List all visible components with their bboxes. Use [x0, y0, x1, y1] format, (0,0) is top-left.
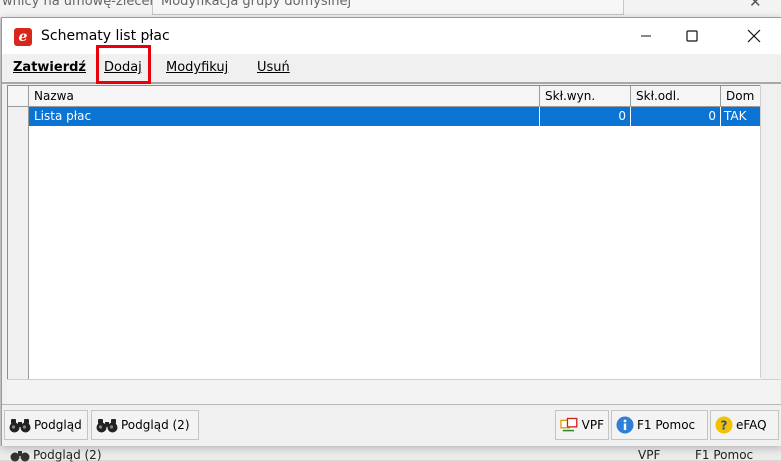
info-icon: [616, 416, 634, 434]
vpf-label: VPF: [581, 418, 604, 432]
table-row[interactable]: Lista płac 0 0 TAK: [8, 107, 761, 126]
column-header-skl-odl[interactable]: Skł.odl.: [631, 86, 721, 106]
cell-skl-wyn[interactable]: 0: [540, 107, 631, 126]
minimize-icon: [641, 35, 651, 37]
efaq-label: eFAQ: [736, 418, 767, 432]
column-header-skl-wyn[interactable]: Skł.wyn.: [540, 86, 631, 106]
question-icon: ?: [715, 416, 733, 434]
cell-nazwa[interactable]: Lista płac: [29, 107, 540, 126]
column-header-nazwa[interactable]: Nazwa: [29, 86, 540, 106]
background-close-icon: ✕: [749, 0, 762, 11]
close-button[interactable]: [731, 18, 777, 54]
minimize-button[interactable]: [623, 18, 669, 54]
binoculars-icon: [96, 419, 118, 433]
background-dialog: Modyfikacja grupy domyślnej ✕: [152, 0, 762, 15]
help-button[interactable]: F1 Pomoc: [611, 410, 708, 440]
vertical-scrollbar[interactable]: [760, 85, 781, 378]
vpf-button[interactable]: VPF: [555, 410, 609, 440]
background-dialog-title: Modyfikacja grupy domyślnej: [161, 0, 352, 9]
menu-usun[interactable]: Usuń: [257, 60, 290, 75]
schematy-list-plac-window: e Schematy list płac Zatwierdź Dodaj Mod…: [1, 17, 781, 446]
efaq-button[interactable]: ? eFAQ: [710, 410, 779, 440]
header-corner: [8, 86, 29, 106]
vpf-icon: [560, 417, 578, 432]
cell-dom[interactable]: TAK: [721, 107, 761, 126]
svg-text:?: ?: [721, 419, 728, 433]
status-bar: Podgląd Podgląd (2) VPF F1 Pomoc ? eFAQ: [2, 404, 781, 446]
column-header-dom[interactable]: Dom: [721, 86, 761, 106]
maximize-icon: [686, 30, 698, 42]
row-indicator-column: [8, 86, 29, 379]
preview-2-label: Podgląd (2): [121, 418, 190, 432]
preview-label: Podgląd: [34, 418, 82, 432]
maximize-button[interactable]: [669, 18, 715, 54]
close-icon: [747, 29, 761, 43]
row-indicator: [8, 107, 29, 126]
help-label: F1 Pomoc: [637, 418, 696, 432]
cell-skl-odl[interactable]: 0: [631, 107, 721, 126]
menu-modyfikuj[interactable]: Modyfikuj: [166, 60, 228, 75]
dodaj-highlight-box: [96, 45, 151, 84]
background-statusbar: [0, 446, 781, 460]
preview-button[interactable]: Podgląd: [4, 410, 88, 440]
preview-2-button[interactable]: Podgląd (2): [91, 410, 199, 440]
background-partial-text: wnicy na umowę-zlecen: [2, 0, 158, 9]
menu-zatwierdz[interactable]: Zatwierdź: [13, 60, 86, 75]
binoculars-icon: [9, 419, 31, 433]
schemes-table: Nazwa Skł.wyn. Skł.odl. Dom Lista płac 0…: [7, 85, 761, 380]
app-logo-icon: e: [14, 28, 32, 46]
horizontal-scrollbar[interactable]: [7, 379, 780, 404]
table-header: Nazwa Skł.wyn. Skł.odl. Dom: [8, 86, 761, 107]
background-window-strip: wnicy na umowę-zlecen Modyfikacja grupy …: [0, 0, 781, 18]
window-title: Schematy list płac: [41, 28, 170, 44]
